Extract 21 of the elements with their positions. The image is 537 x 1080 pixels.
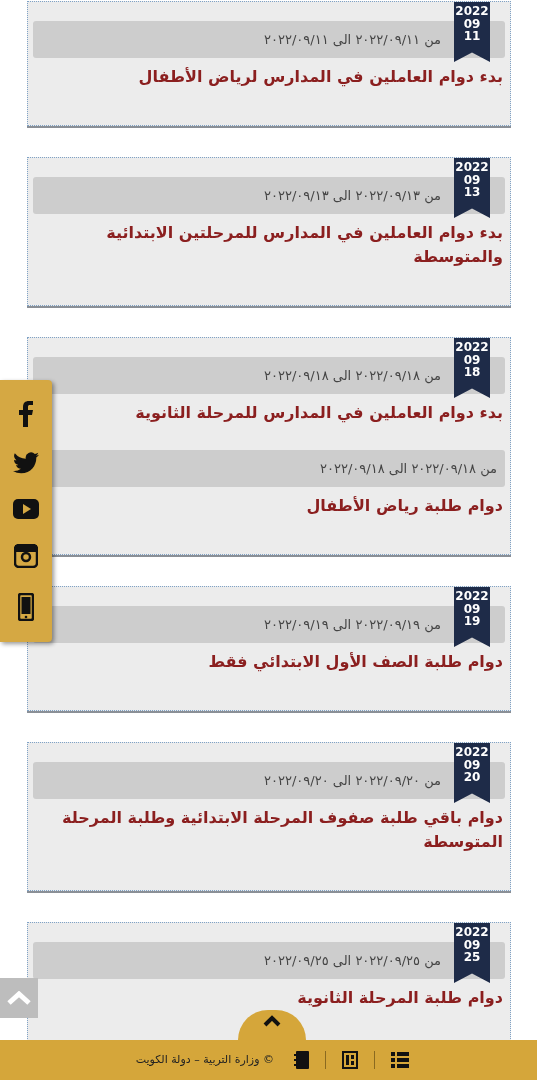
chevron-up-icon <box>7 991 31 1005</box>
date-ribbon: 2022 09 13 <box>454 158 490 218</box>
date-ribbon: 2022 09 18 <box>454 338 490 398</box>
event-title[interactable]: دوام طلبة الصف الأول الابتدائي فقط <box>208 650 505 674</box>
event-title[interactable]: دوام باقي طلبة صفوف المرحلة الابتدائية وطلبة المرحلة المتوسطة <box>33 806 505 854</box>
facebook-icon[interactable] <box>19 400 33 427</box>
date-ribbon: 2022 09 19 <box>454 587 490 647</box>
chevron-up-icon <box>263 1015 281 1027</box>
twitter-icon[interactable] <box>13 451 39 474</box>
phone-icon[interactable] <box>18 593 34 622</box>
event-title[interactable]: بدء دوام العاملين في المدارس لرياض الأطفال <box>138 65 505 89</box>
event-title[interactable]: بدء دوام العاملين في المدارس للمرحلتين الابتدائية والمتوسطة <box>33 221 505 269</box>
copyright-text: © وزارة التربية – دولة الكويت <box>135 1051 274 1068</box>
date-ribbon: 2022 09 20 <box>454 743 490 803</box>
date-ribbon: 2022 09 25 <box>454 923 490 983</box>
video-play-icon[interactable] <box>13 498 39 519</box>
event-title[interactable]: دوام طلبة المرحلة الثانوية <box>297 986 505 1010</box>
camera-icon[interactable] <box>14 544 38 569</box>
date-ribbon: 2022 09 11 <box>454 2 490 62</box>
event-title[interactable]: دوام طلبة رياض الأطفال <box>306 494 505 518</box>
event-title[interactable]: بدء دوام العاملين في المدارس للمرحلة الثانوية <box>135 401 505 425</box>
